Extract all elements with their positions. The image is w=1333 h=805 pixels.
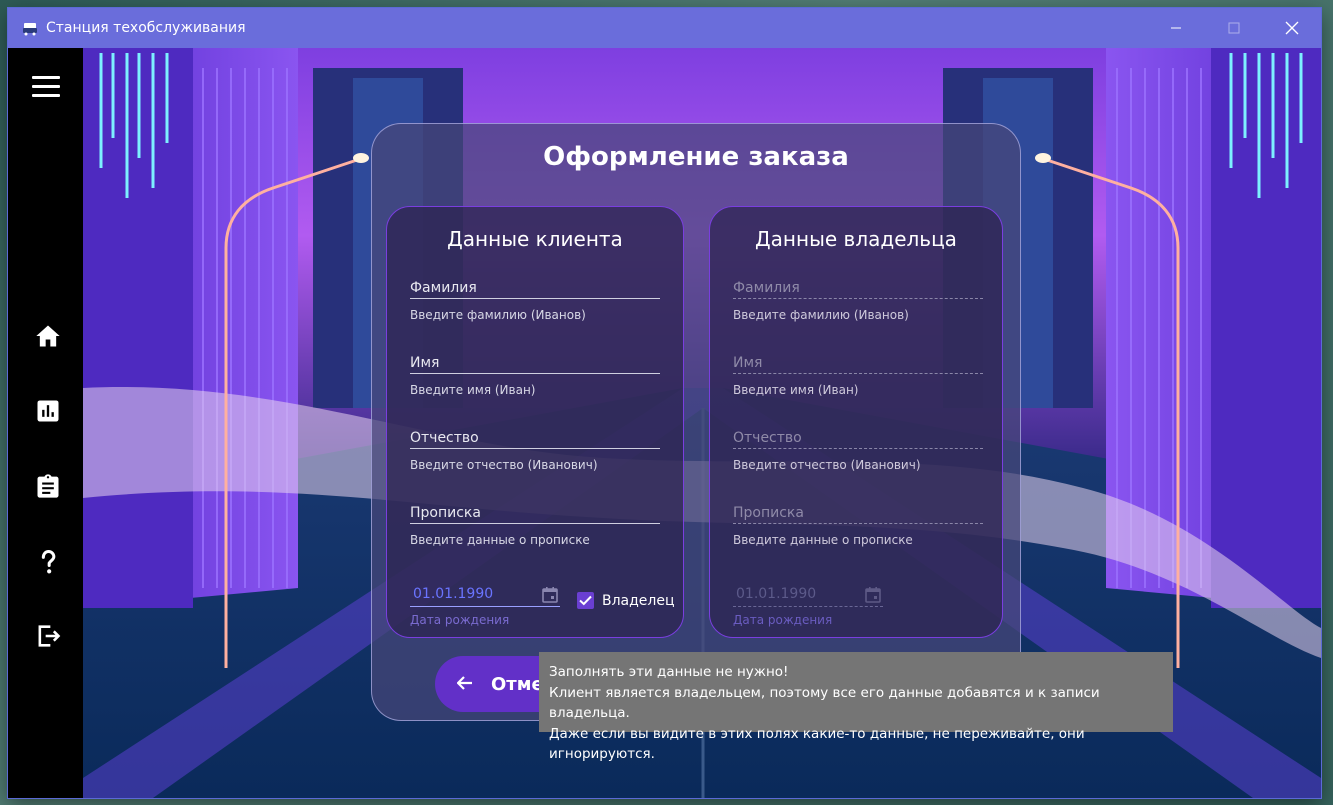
client-panel-title: Данные клиента (447, 227, 623, 251)
client-lastname-label: Фамилия (410, 277, 660, 299)
client-firstname-hint: Введите имя (Иван) (410, 383, 536, 397)
owner-firstname-label: Имя (733, 352, 983, 374)
owner-patronymic-label: Отчество (733, 427, 983, 449)
checkmark-icon (577, 592, 594, 609)
client-patronymic-field[interactable]: Отчество Введите отчество (Иванович) (410, 427, 660, 472)
minimize-icon (1171, 27, 1181, 29)
clipboard-icon[interactable] (34, 472, 62, 500)
arrow-left-icon (456, 674, 473, 695)
client-birthdate-value: 01.01.1990 (410, 581, 560, 607)
client-panel: Данные клиента Фамилия Введите фамилию (… (386, 206, 684, 638)
owner-firstname-hint: Введите имя (Иван) (733, 383, 859, 397)
menu-icon[interactable] (32, 76, 62, 98)
client-registration-hint: Введите данные о прописке (410, 533, 590, 547)
owner-patronymic-hint: Введите отчество (Иванович) (733, 458, 921, 472)
owner-birthdate-hint: Дата рождения (733, 613, 833, 627)
owner-birthdate-field[interactable]: 01.01.1990 Дата рождения (733, 581, 883, 627)
sidebar (8, 48, 83, 798)
tooltip-line: Клиент является владельцем, поэтому все … (549, 684, 1100, 722)
app-icon (22, 21, 38, 36)
owner-lastname-field[interactable]: Фамилия Введите фамилию (Иванов) (733, 277, 983, 322)
tooltip-line: Даже если вы видите в этих полях какие-т… (549, 725, 1085, 763)
calendar-icon[interactable] (541, 586, 559, 604)
calendar-icon[interactable] (864, 586, 882, 604)
maximize-icon (1228, 22, 1240, 34)
window-title: Станция техобслуживания (46, 20, 246, 36)
client-patronymic-hint: Введите отчество (Иванович) (410, 458, 598, 472)
home-icon[interactable] (34, 322, 62, 350)
cancel-button-label: Отме (491, 673, 544, 695)
window-controls (1147, 8, 1321, 48)
client-lastname-field[interactable]: Фамилия Введите фамилию (Иванов) (410, 277, 660, 322)
owner-lastname-hint: Введите фамилию (Иванов) (733, 308, 909, 322)
owner-birthdate-value: 01.01.1990 (733, 581, 883, 607)
client-registration-label: Прописка (410, 502, 660, 524)
client-firstname-label: Имя (410, 352, 660, 374)
owner-lastname-label: Фамилия (733, 277, 983, 299)
close-icon (1285, 21, 1299, 35)
chart-icon[interactable] (34, 397, 62, 425)
owner-registration-hint: Введите данные о прописке (733, 533, 913, 547)
owner-panel: Данные владельца Фамилия Введите фамилию… (709, 206, 1003, 638)
tooltip-line: Заполнять эти данные не нужно! (549, 664, 789, 680)
client-lastname-hint: Введите фамилию (Иванов) (410, 308, 586, 322)
owner-data-tooltip: Заполнять эти данные не нужно! Клиент яв… (539, 652, 1173, 762)
owner-registration-field[interactable]: Прописка Введите данные о прописке (733, 502, 983, 547)
help-icon[interactable] (34, 548, 62, 576)
title-bar: Станция техобслуживания (8, 8, 1321, 48)
page-title: Оформление заказа (543, 142, 849, 172)
owner-registration-label: Прописка (733, 502, 983, 524)
client-registration-field[interactable]: Прописка Введите данные о прописке (410, 502, 660, 547)
owner-firstname-field[interactable]: Имя Введите имя (Иван) (733, 352, 983, 397)
owner-checkbox[interactable]: Владелец (577, 592, 675, 609)
owner-patronymic-field[interactable]: Отчество Введите отчество (Иванович) (733, 427, 983, 472)
owner-checkbox-label: Владелец (602, 592, 675, 609)
order-card: Оформление заказа Данные клиента Фамилия… (371, 123, 1021, 721)
maximize-button[interactable] (1205, 8, 1263, 48)
client-firstname-field[interactable]: Имя Введите имя (Иван) (410, 352, 660, 397)
logout-icon[interactable] (34, 622, 62, 650)
client-birthdate-field[interactable]: 01.01.1990 Дата рождения (410, 581, 560, 627)
minimize-button[interactable] (1147, 8, 1205, 48)
client-birthdate-hint: Дата рождения (410, 613, 510, 627)
close-button[interactable] (1263, 8, 1321, 48)
owner-panel-title: Данные владельца (755, 227, 957, 251)
client-patronymic-label: Отчество (410, 427, 660, 449)
